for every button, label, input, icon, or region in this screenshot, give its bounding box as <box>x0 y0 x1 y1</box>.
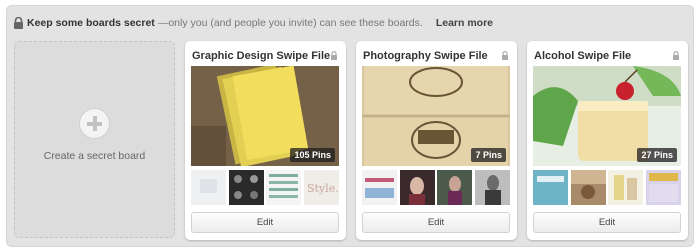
board-cover-image[interactable]: 105 Pins <box>191 66 339 166</box>
pin-count: 105 Pins <box>290 148 335 162</box>
board-card[interactable]: Graphic Design Swipe File 105 Pins Style… <box>185 41 346 240</box>
thumbnail[interactable] <box>191 170 227 205</box>
board-title[interactable]: Graphic Design Swipe File <box>192 50 330 62</box>
section-title: Keep some boards secret <box>27 17 155 29</box>
thumbnail[interactable]: Style. <box>303 170 340 205</box>
thumbnail[interactable] <box>533 170 569 205</box>
create-secret-board-button[interactable]: Create a secret board <box>14 41 175 238</box>
thumbnail[interactable] <box>570 170 607 205</box>
board-title[interactable]: Alcohol Swipe File <box>534 50 631 62</box>
board-cover-image[interactable]: 7 Pins <box>362 66 510 166</box>
secret-boards-section: Keep some boards secret —only you (and p… <box>6 5 694 247</box>
thumbnail[interactable] <box>399 170 436 205</box>
lock-icon <box>502 51 508 60</box>
thumbnail[interactable] <box>266 170 302 205</box>
create-secret-board-label: Create a secret board <box>43 150 146 162</box>
thumbnail[interactable] <box>362 170 398 205</box>
board-title[interactable]: Photography Swipe File <box>363 50 488 62</box>
board-thumbnails <box>362 170 510 205</box>
board-thumbnails: Style. <box>191 170 339 205</box>
thumbnail[interactable] <box>437 170 473 205</box>
lock-icon <box>673 51 679 60</box>
svg-text:Style.: Style. <box>307 182 339 195</box>
board-card[interactable]: Photography Swipe File 7 Pins Edit <box>356 41 517 240</box>
plus-icon <box>80 109 109 138</box>
section-header: Keep some boards secret —only you (and p… <box>13 16 493 30</box>
thumbnail[interactable] <box>228 170 265 205</box>
pin-count: 27 Pins <box>637 148 677 162</box>
edit-board-button[interactable]: Edit <box>362 212 510 233</box>
edit-board-button[interactable]: Edit <box>191 212 339 233</box>
edit-board-button[interactable]: Edit <box>533 212 681 233</box>
board-card[interactable]: Alcohol Swipe File 27 Pins Edit <box>527 41 688 240</box>
board-cover-image[interactable]: 27 Pins <box>533 66 681 166</box>
thumbnail[interactable] <box>608 170 644 205</box>
learn-more-link[interactable]: Learn more <box>436 17 493 29</box>
pin-count: 7 Pins <box>471 148 506 162</box>
section-subtitle: —only you (and people you invite) can se… <box>157 17 423 29</box>
lock-icon <box>331 51 337 60</box>
thumbnail[interactable] <box>474 170 511 205</box>
board-thumbnails <box>533 170 681 205</box>
thumbnail[interactable] <box>645 170 682 205</box>
lock-icon <box>14 17 23 29</box>
